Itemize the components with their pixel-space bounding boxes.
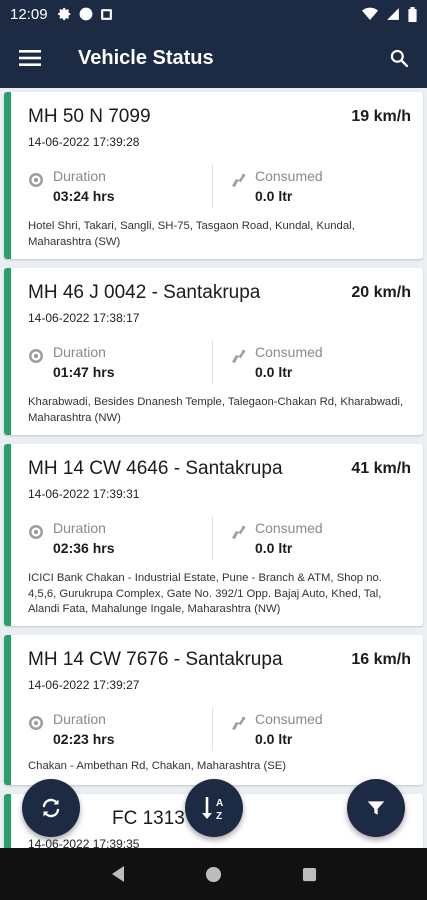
vehicle-speed: 20 km/h <box>351 284 411 301</box>
consumed-value: 0.0 ltr <box>255 364 293 380</box>
app-bar: Vehicle Status <box>0 28 427 88</box>
search-icon <box>390 49 409 68</box>
status-bar: 12:09 <box>0 0 427 28</box>
vehicle-card[interactable]: MH 50 N 7099 19 km/h 14-06-2022 17:39:28… <box>4 92 423 259</box>
fuel-nozzle-icon <box>232 349 246 363</box>
duration-label: Duration <box>53 711 106 727</box>
filter-icon <box>367 801 385 815</box>
fuel-nozzle-icon <box>232 525 246 539</box>
consumed-value: 0.0 ltr <box>255 731 293 747</box>
consumed-label: Consumed <box>255 344 323 360</box>
menu-icon <box>19 50 41 66</box>
stat-divider <box>212 707 213 751</box>
vehicle-card[interactable]: MH 46 J 0042 - Santakrupa 20 km/h 14-06-… <box>4 268 423 435</box>
vehicle-registration: MH 46 J 0042 - Santakrupa <box>28 282 261 303</box>
refresh-icon <box>42 798 60 818</box>
page-title: Vehicle Status <box>78 46 214 69</box>
svg-text:Z: Z <box>216 811 222 822</box>
battery-icon <box>408 6 417 22</box>
vehicle-timestamp: 14-06-2022 17:39:28 <box>28 135 140 149</box>
consumed-label: Consumed <box>255 168 323 184</box>
clock-icon <box>29 349 43 363</box>
wifi-icon <box>362 7 378 20</box>
duration-label: Duration <box>53 168 106 184</box>
vehicle-speed: 16 km/h <box>351 651 411 668</box>
sort-button[interactable]: A Z <box>185 779 243 837</box>
duration-label: Duration <box>53 344 106 360</box>
stat-divider <box>212 164 213 208</box>
vehicle-list[interactable]: MH 50 N 7099 19 km/h 14-06-2022 17:39:28… <box>0 88 427 848</box>
vehicle-card[interactable]: MH 14 CW 7676 - Santakrupa 16 km/h 14-06… <box>4 635 423 785</box>
consumed-label: Consumed <box>255 520 323 536</box>
home-icon[interactable] <box>205 866 222 883</box>
vehicle-registration: MH 14 CW 4646 - Santakrupa <box>28 458 283 479</box>
vehicle-address: ICICI Bank Chakan - Industrial Estate, P… <box>28 572 382 615</box>
vehicle-registration: FC 1313 <box>112 808 185 829</box>
consumed-label: Consumed <box>255 711 323 727</box>
fuel-nozzle-icon <box>232 173 246 187</box>
vehicle-speed: 19 km/h <box>351 108 411 125</box>
duration-value: 01:47 hrs <box>53 364 115 380</box>
fuel-nozzle-icon <box>232 716 246 730</box>
vehicle-address: Hotel Shri, Takari, Sangli, SH-75, Tasga… <box>28 220 355 248</box>
gear-icon <box>57 7 70 21</box>
sort-az-icon: A Z <box>202 797 223 822</box>
square-icon <box>100 8 112 20</box>
menu-button[interactable] <box>0 28 60 88</box>
back-icon[interactable] <box>110 865 126 883</box>
vehicle-timestamp: 14-06-2022 17:39:31 <box>28 487 140 501</box>
vehicle-registration: MH 14 CW 7676 - Santakrupa <box>28 649 283 670</box>
duration-value: 02:36 hrs <box>53 540 115 556</box>
clock-icon <box>29 716 43 730</box>
vehicle-timestamp: 14-06-2022 17:39:27 <box>28 678 140 692</box>
search-button[interactable] <box>371 28 427 88</box>
vehicle-registration: MH 50 N 7099 <box>28 106 151 127</box>
vehicle-speed: 41 km/h <box>351 460 411 477</box>
system-nav-bar <box>0 848 427 900</box>
clock-icon <box>29 173 43 187</box>
clock-icon <box>29 525 43 539</box>
duration-label: Duration <box>53 520 106 536</box>
stat-divider <box>212 516 213 560</box>
consumed-value: 0.0 ltr <box>255 188 293 204</box>
filter-button[interactable] <box>347 779 405 837</box>
svg-text:A: A <box>216 798 223 809</box>
vehicle-timestamp: 14-06-2022 17:39:35 <box>28 837 140 848</box>
recents-icon[interactable] <box>302 867 317 882</box>
vehicle-address: Chakan - Ambethan Rd, Chakan, Maharashtr… <box>28 760 287 772</box>
duration-value: 02:23 hrs <box>53 731 115 747</box>
consumed-value: 0.0 ltr <box>255 540 293 556</box>
vehicle-address: Kharabwadi, Besides Dnanesh Temple, Tale… <box>28 396 404 424</box>
duration-value: 03:24 hrs <box>53 188 115 204</box>
stat-divider <box>212 340 213 384</box>
vehicle-card[interactable]: MH 14 CW 4646 - Santakrupa 41 km/h 14-06… <box>4 444 423 626</box>
circle-icon <box>79 7 92 21</box>
signal-icon <box>387 8 399 20</box>
refresh-button[interactable] <box>22 779 80 837</box>
vehicle-timestamp: 14-06-2022 17:38:17 <box>28 311 140 325</box>
status-time: 12:09 <box>10 5 48 23</box>
